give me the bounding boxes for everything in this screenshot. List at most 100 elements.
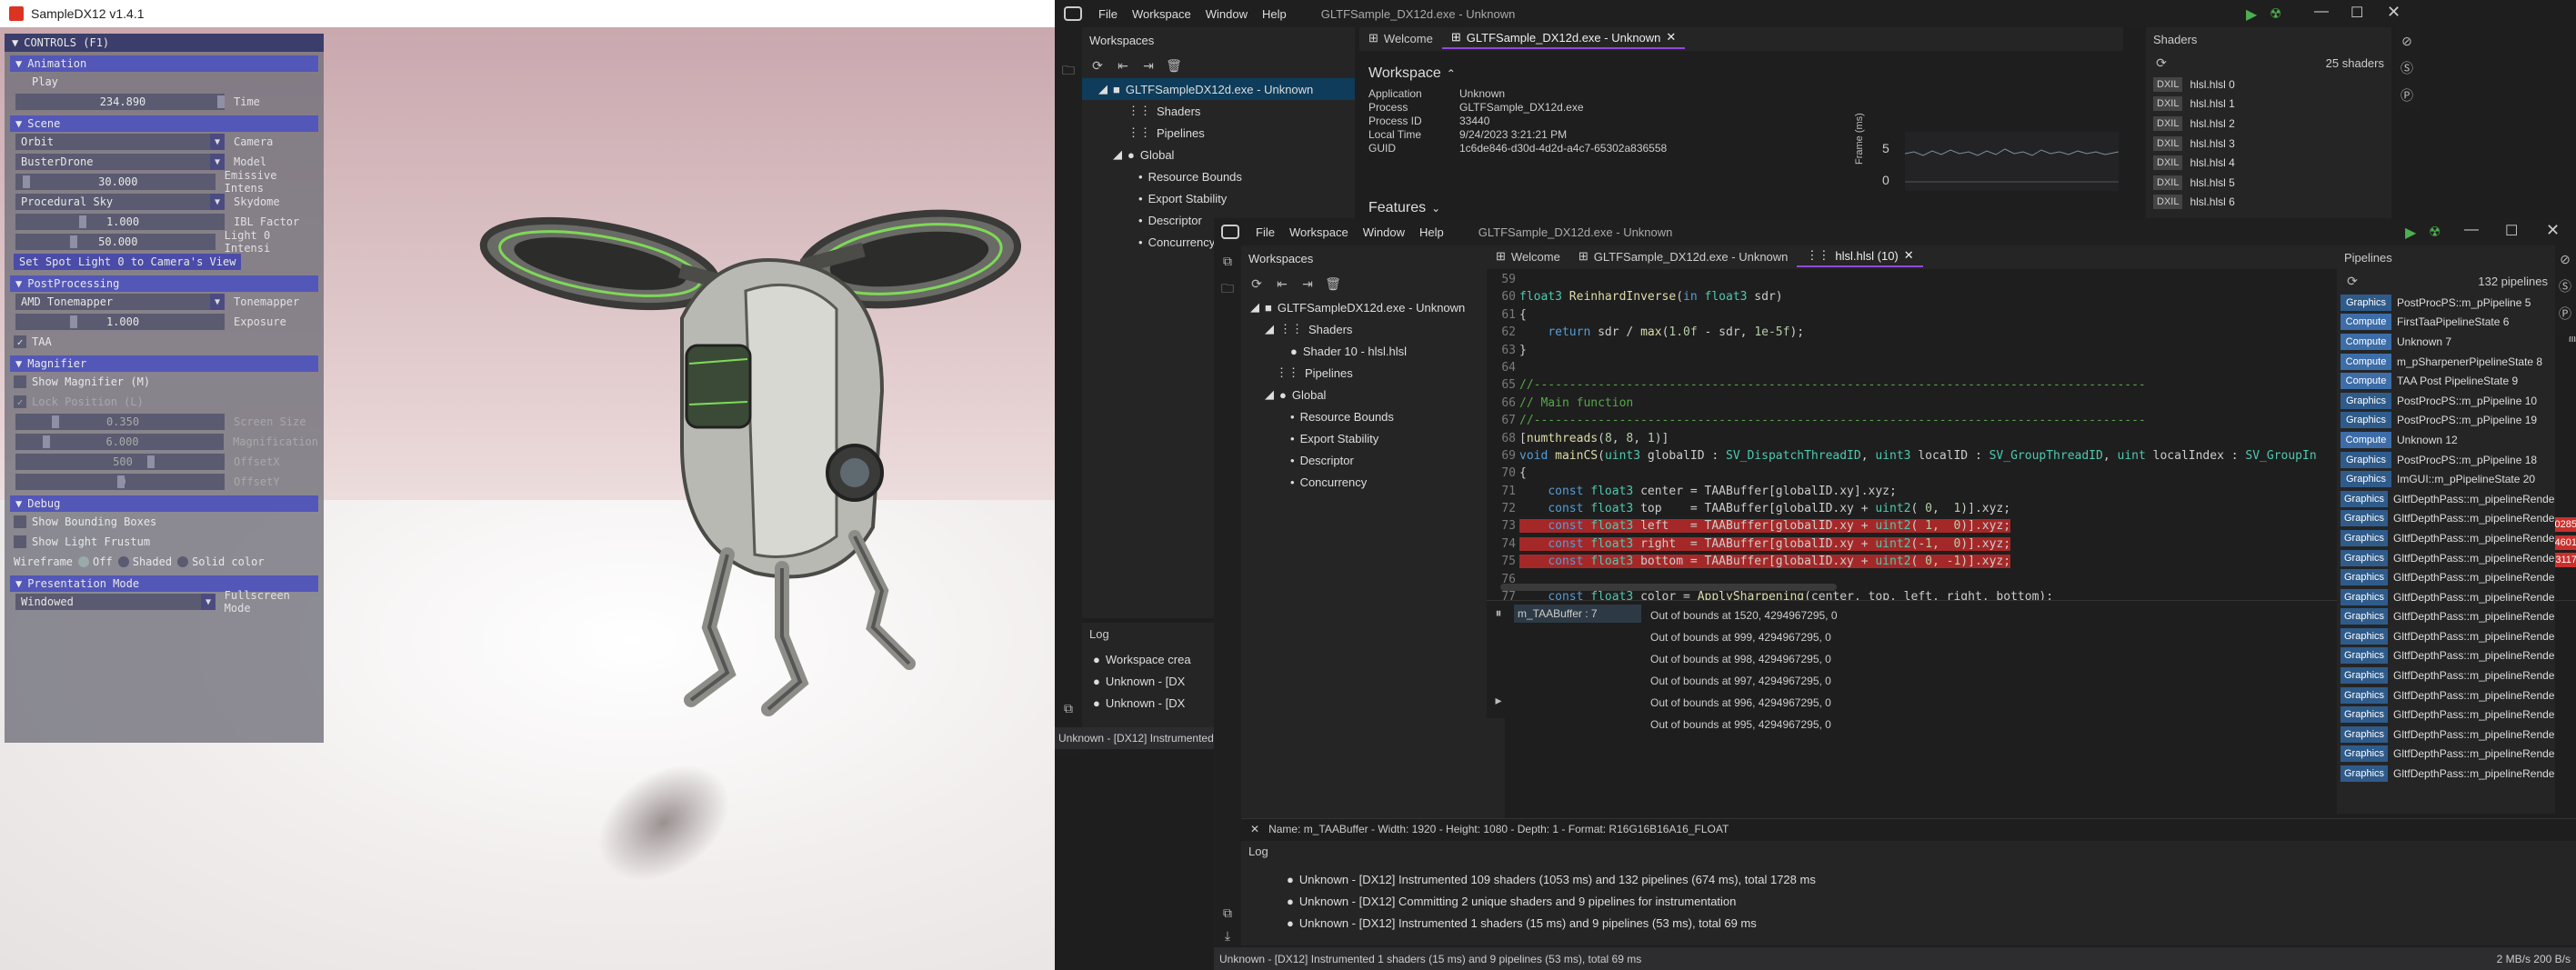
pipeline-item[interactable]: Graphics PostProcPS::m_pPipeline 10 [2340,391,2555,411]
chevron-down-icon[interactable]: ▼ [210,134,225,150]
oob-item[interactable]: Out of bounds at 1520, 4294967295, 0 [1650,605,2141,626]
minimize-icon[interactable]: — [2464,222,2479,238]
pipeline-item[interactable]: Graphics GltfDepthPass::m_pipelineRender … [2340,745,2555,765]
slider-grab[interactable] [70,235,77,248]
magnification-slider[interactable]: 6.000 [15,434,225,450]
tree-concurrency[interactable]: • Concurrency [1241,471,1505,493]
slider-grab[interactable] [147,455,155,468]
pipeline-item[interactable]: Graphics ImGUI::m_pPipelineState 20 [2340,469,2555,489]
pipeline-item[interactable]: Graphics GltfDepthPass::m_pipelineRender … [2340,665,2555,685]
tree-shaders[interactable]: ◢ ⋮⋮ Shaders [1241,318,1505,340]
workspace-header[interactable]: Workspace ⌃ [1359,60,2123,87]
close-icon[interactable]: ✕ [2387,3,2401,22]
tree-resource-bounds[interactable]: • Resource Bounds [1082,165,1355,187]
oob-item[interactable]: Out of bounds at 999, 4294967295, 0 [1650,626,2141,648]
features-header[interactable]: Features ⌄ [1368,200,1440,216]
slider-grab[interactable] [79,215,86,228]
tab-welcome[interactable]: ⊞ Welcome [1487,245,1569,267]
pipeline-item[interactable]: Compute m_pSharpenerPipelineState 8 [2340,352,2555,372]
s-icon[interactable]: Ⓢ [2399,60,2415,76]
pipeline-item[interactable]: Compute TAA Post PipelineState 9 [2340,371,2555,391]
taa-checkbox[interactable]: ✓ TAA [5,332,318,352]
light-slider[interactable]: 50.000 [15,234,216,250]
menu-file[interactable]: File [1256,225,1275,239]
model-select[interactable]: BusterDrone [15,154,210,170]
chevron-down-icon[interactable]: ▼ [210,294,225,310]
bounding-boxes-checkbox[interactable]: Show Bounding Boxes [5,512,318,532]
menu-workspace[interactable]: Workspace [1132,7,1191,21]
shader-item[interactable]: DXIL hlsl.hlsl 3 [2153,134,2391,154]
menu-help[interactable]: Help [1262,7,1287,21]
tab-shader[interactable]: ⋮⋮ hlsl.hlsl (10) ✕ [1797,245,1923,267]
close-icon[interactable]: ✕ [1666,30,1676,45]
shader-item[interactable]: DXIL hlsl.hlsl 5 [2153,173,2391,193]
time-slider[interactable]: 234.890 [15,94,225,110]
folder-icon[interactable]: 🗀 [1060,63,1077,80]
radio-solid[interactable]: Solid color [177,555,265,568]
instrument-icon[interactable]: ☢ [2429,224,2441,240]
screen-size-slider[interactable]: 0.350 [15,414,225,430]
play-icon[interactable]: ▶ [2246,5,2257,24]
play-toggle[interactable]: Play [5,72,318,92]
pipeline-item[interactable]: Graphics GltfDepthPass::m_pipelineRender … [2340,607,2555,627]
menu-window[interactable]: Window [1363,225,1405,239]
pipeline-item[interactable]: Compute FirstTaaPipelineState 6 [2340,313,2555,333]
offsetx-slider[interactable]: 500 [15,454,225,470]
download-icon[interactable]: ⤓ [1219,927,1236,944]
refresh-icon[interactable]: ⟳ [2344,273,2360,289]
collapse-all-icon[interactable]: ⇤ [1115,57,1131,74]
tree-descriptor[interactable]: • Descriptor [1241,449,1505,471]
tree-root[interactable]: ◢ ■ GLTFSampleDX12d.exe - Unknown [1082,78,1355,100]
camera-select[interactable]: Orbit [15,134,210,150]
pipeline-item[interactable]: Graphics GltfDepthPass::m_pipelineRender … [2340,567,2555,587]
shader-item[interactable]: DXIL hlsl.hlsl 2 [2153,114,2391,134]
pipeline-item[interactable]: Graphics GltfDepthPass::m_pipelineRender … [2340,528,2555,548]
menu-file[interactable]: File [1098,7,1118,21]
s-icon[interactable]: Ⓢ [2557,278,2573,295]
trash-icon[interactable]: 🗑 [1166,57,1182,74]
pipeline-item[interactable]: Graphics GltfDepthPass::m_pipelineRender … [2340,646,2555,666]
menu-window[interactable]: Window [1206,7,1248,21]
trash-icon[interactable]: 🗑 [1325,275,1341,292]
show-magnifier-checkbox[interactable]: Show Magnifier (M) [5,372,318,392]
no-entry-icon[interactable]: ⊘ [2399,33,2415,49]
radio-off[interactable]: Off [78,555,113,568]
split-icon[interactable]: ⧉ [1060,700,1077,716]
controls-title[interactable]: ▼ CONTROLS (F1) [5,34,324,52]
slider-grab[interactable] [217,95,225,108]
expand-icon[interactable]: ▸ [1490,692,1507,708]
tree-pipelines[interactable]: ⋮⋮ Pipelines [1082,122,1355,144]
horizontal-scrollbar[interactable] [1500,584,1837,591]
pause-icon[interactable]: ⏸ [1490,605,1507,621]
pipeline-item[interactable]: Graphics PostProcPS::m_pPipeline 5 [2340,293,2555,313]
expand-all-icon[interactable]: ⇥ [1299,275,1316,292]
slider-grab[interactable] [52,415,59,428]
pipeline-item[interactable]: Graphics GltfDepthPass::m_pipelineRender … [2340,764,2555,784]
slider-grab[interactable] [43,435,50,448]
tree-global[interactable]: ◢ ● Global [1082,144,1355,165]
pipeline-item[interactable]: Compute Unknown 7 [2340,332,2555,352]
slider-grab[interactable] [23,175,30,188]
section-debug[interactable]: ▼ Debug [10,495,318,512]
shader-item[interactable]: DXIL hlsl.hlsl 6 [2153,193,2391,213]
slider-grab[interactable] [117,475,125,488]
chevron-down-icon[interactable]: ▼ [201,594,216,610]
close-icon[interactable]: ✕ [1904,248,1914,263]
pipeline-item[interactable]: Graphics GltfDepthPass::m_pipelineRender … [2340,705,2555,725]
tree-export-stability[interactable]: • Export Stability [1082,187,1355,209]
pipeline-item[interactable]: Graphics GltfDepthPass::m_pipelineRender … [2340,685,2555,705]
split-icon[interactable]: ⧉ [1219,253,1236,269]
shader-item[interactable]: DXIL hlsl.hlsl 0 [2153,75,2391,95]
pipeline-item[interactable]: Compute Unknown 12 [2340,430,2555,450]
slider-grab[interactable] [70,315,77,328]
chevron-down-icon[interactable]: ▼ [210,194,225,210]
menu-help[interactable]: Help [1419,225,1444,239]
pipeline-item[interactable]: Graphics GltfDepthPass::m_pipelineRender … [2340,587,2555,607]
tree-pipelines[interactable]: ⋮⋮ Pipelines [1241,362,1505,384]
tonemapper-select[interactable]: AMD Tonemapper [15,294,210,310]
shader-item[interactable]: DXIL hlsl.hlsl 1 [2153,95,2391,115]
close-icon[interactable]: ✕ [1250,823,1259,835]
radio-shaded[interactable]: Shaded [117,555,172,568]
minimize-icon[interactable]: — [2314,4,2329,20]
p-icon[interactable]: Ⓟ [2399,87,2415,104]
